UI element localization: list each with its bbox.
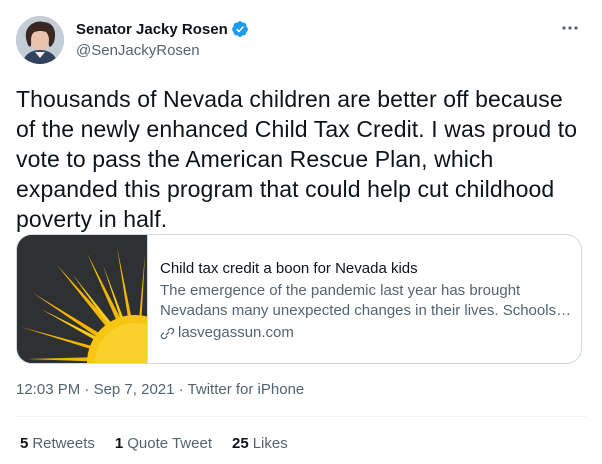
quote-tweets-count: 1 (114, 435, 124, 452)
card-description-line-1: The emergence of the pandemic last year … (160, 282, 521, 299)
divider (16, 416, 586, 417)
card-title: Child tax credit a boon for Nevada kids (160, 260, 418, 277)
tweet-text: Thousands of Nevada children are better … (16, 86, 578, 232)
retweets-count: 5 (20, 435, 29, 452)
retweets-stat[interactable]: 5 Retweets (20, 435, 95, 452)
quote-tweets-label: Quote Tweet (127, 435, 212, 452)
avatar[interactable] (16, 16, 64, 64)
tweet-container: Senator Jacky Rosen @SenJackyRosen Thous… (0, 0, 602, 464)
retweets-label: Retweets (32, 435, 95, 452)
card-description: The emergence of the pandemic last year … (160, 281, 572, 321)
author-display-name[interactable]: Senator Jacky Rosen (76, 21, 228, 38)
tweet-metadata: 12:03 PM · Sep 7, 2021 · Twitter for iPh… (16, 381, 304, 398)
likes-count: 25 (232, 435, 249, 452)
card-body: Child tax credit a boon for Nevada kids … (147, 235, 581, 363)
verified-badge-icon (231, 20, 249, 38)
meta-separator: · (178, 381, 188, 398)
tweet-time[interactable]: 12:03 PM (16, 381, 80, 398)
likes-label: Likes (252, 435, 288, 452)
tweet-date[interactable]: Sep 7, 2021 (94, 381, 175, 398)
tweet-source[interactable]: Twitter for iPhone (188, 381, 305, 398)
sun-illustration-icon (17, 235, 147, 363)
author-name-row: Senator Jacky Rosen (76, 20, 249, 38)
link-preview-card[interactable]: Child tax credit a boon for Nevada kids … (16, 234, 582, 364)
link-icon (160, 326, 175, 341)
quote-tweets-stat[interactable]: 1 Quote Tweet (115, 435, 212, 452)
likes-stat[interactable]: 25 Likes (232, 435, 288, 452)
card-description-line-2: Nevadans many unexpected changes in thei… (160, 302, 572, 319)
meta-separator: · (84, 381, 94, 398)
card-domain: lasvegassun.com (160, 323, 572, 343)
card-domain-text: lasvegassun.com (178, 324, 294, 341)
engagement-stats: 5 Retweets 1 Quote Tweet 25 Likes (20, 435, 308, 452)
more-options-icon[interactable] (560, 18, 580, 38)
author-handle[interactable]: @SenJackyRosen (76, 42, 200, 59)
